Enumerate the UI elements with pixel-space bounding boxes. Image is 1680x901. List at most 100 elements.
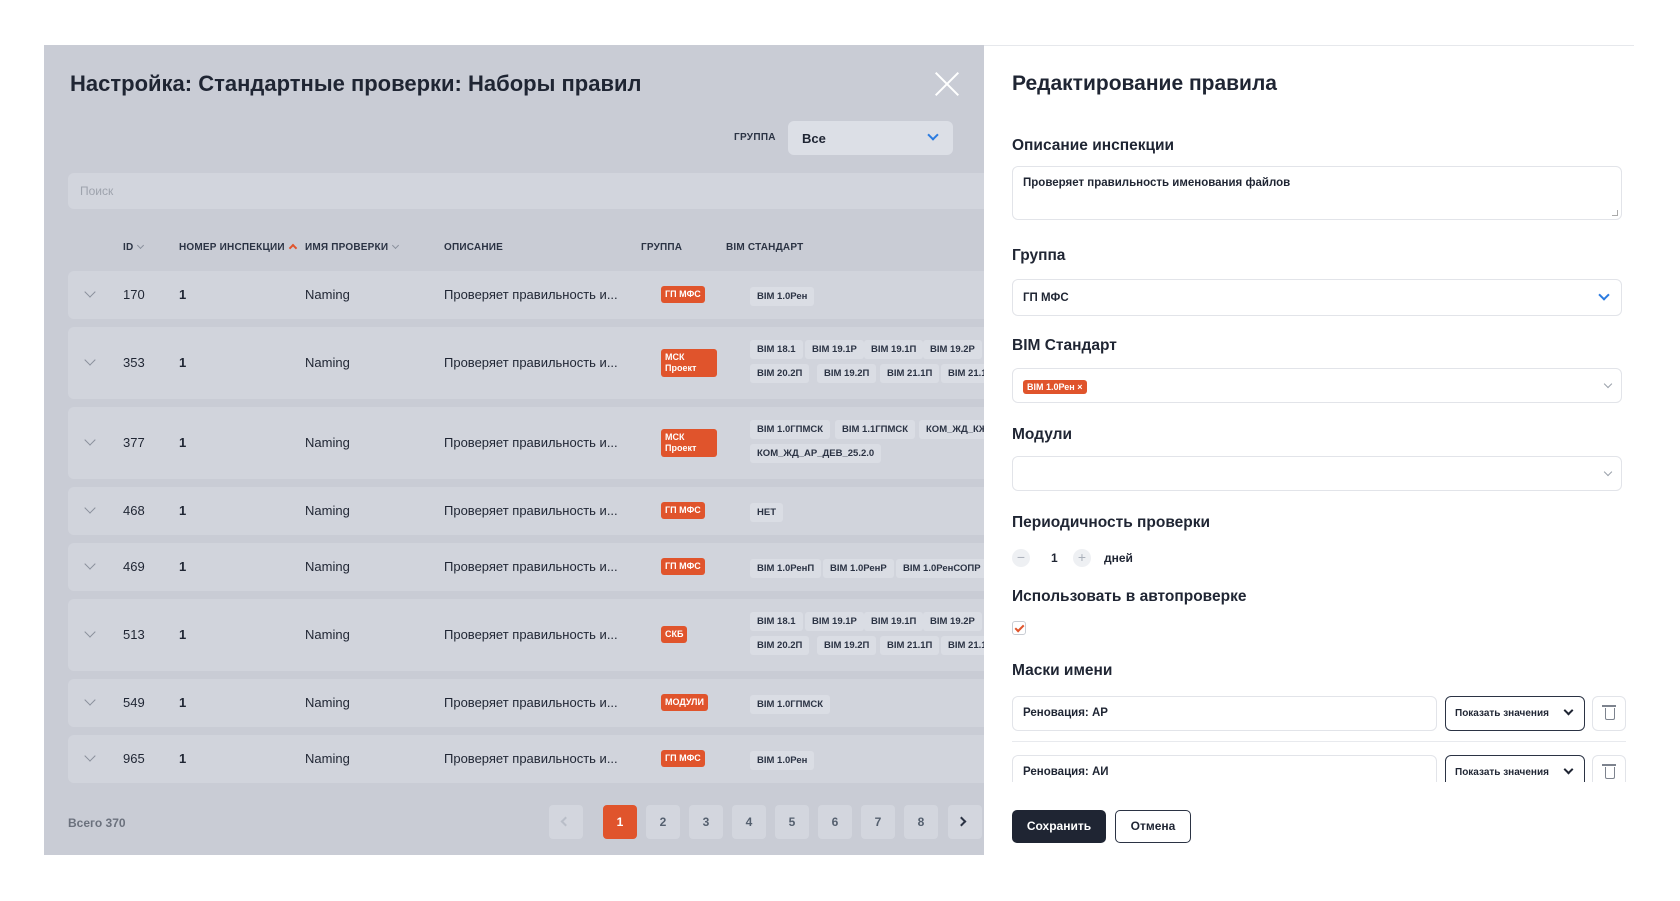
cell-id: 469 <box>123 559 145 574</box>
chevron-down-icon[interactable] <box>84 434 96 446</box>
cell-id: 468 <box>123 503 145 518</box>
panel-title: Редактирование правила <box>1012 72 1277 95</box>
mask-divider <box>1012 741 1626 742</box>
table-row[interactable]: 353 1 Naming Проверяет правильность и...… <box>68 327 984 399</box>
modules-label: Модули <box>1012 426 1072 443</box>
search-placeholder: Поиск <box>80 184 114 198</box>
trash-icon <box>1602 705 1616 720</box>
prev-page-button[interactable] <box>549 805 583 839</box>
standard-chip: BIM 21.1П <box>880 364 940 383</box>
group-select[interactable]: ГП МФС <box>1012 279 1622 316</box>
chevron-down-icon[interactable] <box>84 354 96 366</box>
description-value: Проверяет правильность именования файлов <box>1023 177 1291 189</box>
cell-id: 377 <box>123 435 145 450</box>
chevron-down-icon <box>1563 705 1574 716</box>
show-values-select[interactable]: Показать значения <box>1445 696 1585 731</box>
bim-standard-multiselect[interactable]: BIM 1.0Рен × <box>1012 368 1622 403</box>
cell-description: Проверяет правильность и... <box>444 355 618 370</box>
save-button[interactable]: Сохранить <box>1012 810 1106 843</box>
column-header-label: НОМЕР ИНСПЕКЦИИ <box>179 242 285 253</box>
page-button-8[interactable]: 8 <box>904 805 938 839</box>
delete-mask-button[interactable] <box>1592 696 1626 731</box>
sort-down-icon <box>392 241 400 250</box>
cell-description: Проверяет правильность и... <box>444 287 618 302</box>
standard-chip: BIM 20.2П <box>750 636 810 655</box>
cell-inspection-number: 1 <box>179 355 187 370</box>
standard-chip: BIM 21.1П <box>880 636 940 655</box>
decrement-button[interactable]: − <box>1012 549 1030 567</box>
cell-inspection-number: 1 <box>179 559 187 574</box>
dialog-title: Настройка: Стандартные проверки: Наборы … <box>70 71 642 96</box>
table-row[interactable]: 513 1 Naming Проверяет правильность и...… <box>68 599 984 671</box>
page-button-6[interactable]: 6 <box>818 805 852 839</box>
page-button-3[interactable]: 3 <box>689 805 723 839</box>
standard-chip: КОМ_ЖД_КЖ <box>919 420 984 439</box>
chevron-down-icon[interactable] <box>84 502 96 514</box>
group-filter-select[interactable]: Все <box>788 121 953 155</box>
increment-button[interactable]: + <box>1073 549 1091 567</box>
column-header-id[interactable]: ID <box>123 241 145 253</box>
table-row[interactable]: 469 1 Naming Проверяет правильность и...… <box>68 543 984 591</box>
cell-inspection-number: 1 <box>179 435 187 450</box>
delete-mask-button[interactable] <box>1592 755 1626 782</box>
description-textarea[interactable]: Проверяет правильность именования файлов <box>1012 166 1622 220</box>
page-button-2[interactable]: 2 <box>646 805 680 839</box>
chevron-down-icon[interactable] <box>84 558 96 570</box>
table-row[interactable]: 377 1 Naming Проверяет правильность и...… <box>68 407 984 479</box>
group-badge: МСК Проект <box>661 429 717 457</box>
modules-select[interactable] <box>1012 456 1622 491</box>
table-row[interactable]: 965 1 Naming Проверяет правильность и...… <box>68 735 984 783</box>
table-row[interactable]: 170 1 Naming Проверяет правильность и...… <box>68 271 984 319</box>
chevron-down-icon[interactable] <box>84 626 96 638</box>
cell-check-name: Naming <box>305 503 350 518</box>
group-value: ГП МФС <box>1023 292 1069 304</box>
column-header-description: ОПИСАНИЕ <box>444 242 504 253</box>
column-header-group: ГРУППА <box>641 242 683 253</box>
cell-check-name: Naming <box>305 287 350 302</box>
mask-input[interactable]: Реновация: АИ <box>1012 755 1437 782</box>
sort-down-icon <box>137 241 145 250</box>
chevron-down-icon[interactable] <box>84 286 96 298</box>
table-row[interactable]: 549 1 Naming Проверяет правильность и...… <box>68 679 984 727</box>
page-button-7[interactable]: 7 <box>861 805 895 839</box>
group-filter-value: Все <box>802 131 826 146</box>
tag-remove-icon[interactable]: × <box>1077 382 1082 392</box>
group-badge: МСК Проект <box>661 349 717 377</box>
cell-id: 353 <box>123 355 145 370</box>
close-icon[interactable] <box>934 71 960 97</box>
search-input[interactable]: Поиск <box>68 173 984 209</box>
standard-chip: BIM 1.0ГПМСК <box>750 695 831 714</box>
cell-inspection-number: 1 <box>179 287 187 302</box>
group-badge: ГП МФС <box>661 502 705 519</box>
cancel-button[interactable]: Отмена <box>1115 810 1191 843</box>
page-button-4[interactable]: 4 <box>732 805 766 839</box>
resize-handle-icon[interactable] <box>1612 210 1618 216</box>
show-values-select[interactable]: Показать значения <box>1445 755 1585 782</box>
table-row[interactable]: 468 1 Naming Проверяет правильность и...… <box>68 487 984 535</box>
page-button-1[interactable]: 1 <box>603 805 637 839</box>
next-page-button[interactable] <box>948 805 982 839</box>
column-header-inspection-number[interactable]: НОМЕР ИНСПЕКЦИИ <box>179 242 297 253</box>
group-filter-label: ГРУППА <box>734 132 776 143</box>
chevron-right-icon <box>956 816 967 827</box>
cell-description: Проверяет правильность и... <box>444 503 618 518</box>
standard-chip: BIM 19.2Р <box>923 612 982 631</box>
page-button-5[interactable]: 5 <box>775 805 809 839</box>
group-badge: МОДУЛИ <box>661 694 708 711</box>
standard-chip: НЕТ <box>750 503 783 522</box>
chevron-down-icon[interactable] <box>84 694 96 706</box>
autocheck-checkbox[interactable] <box>1012 621 1026 635</box>
cell-check-name: Naming <box>305 559 350 574</box>
bim-standard-tag[interactable]: BIM 1.0Рен × <box>1023 380 1087 394</box>
cell-description: Проверяет правильность и... <box>444 627 618 642</box>
period-value[interactable]: 1 <box>1051 551 1058 565</box>
mask-input[interactable]: Реновация: АР <box>1012 696 1437 731</box>
chevron-down-icon[interactable] <box>84 750 96 762</box>
cell-check-name: Naming <box>305 695 350 710</box>
standard-chip: BIM 19.2Р <box>923 340 982 359</box>
cell-id: 965 <box>123 751 145 766</box>
edit-rule-panel: Редактирование правила Описание инспекци… <box>984 45 1634 855</box>
cell-inspection-number: 1 <box>179 751 187 766</box>
chevron-down-icon <box>1603 467 1613 477</box>
column-header-check-name[interactable]: ИМЯ ПРОВЕРКИ <box>305 241 400 253</box>
